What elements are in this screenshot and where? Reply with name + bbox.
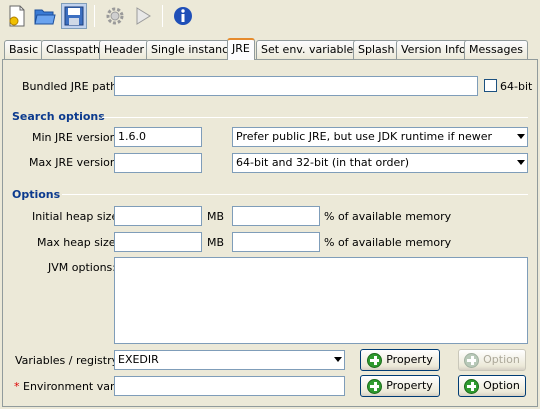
- tab-messages[interactable]: Messages: [464, 40, 528, 59]
- environment-var-label: * Environment var:: [14, 380, 118, 393]
- variables-registry-select[interactable]: EXEDIR: [114, 350, 345, 370]
- tab-splash[interactable]: Splash: [353, 40, 400, 59]
- required-marker: *: [14, 380, 20, 393]
- add-icon: [464, 352, 480, 368]
- options-title: Options: [12, 188, 61, 201]
- jvm-options-label: JVM options:: [48, 261, 116, 274]
- min-jre-version-input[interactable]: 1.6.0: [114, 127, 202, 147]
- section-divider: [102, 117, 528, 118]
- add-property-button[interactable]: Property: [360, 349, 440, 371]
- env-add-property-label: Property: [386, 379, 433, 392]
- max-jre-version-label: Max JRE version:: [29, 156, 121, 169]
- add-option-button-disabled[interactable]: Option: [458, 349, 526, 371]
- initial-heap-size-label: Initial heap size:: [32, 210, 122, 223]
- initial-heap-mb-unit: MB: [207, 210, 225, 223]
- info-icon[interactable]: [170, 3, 196, 29]
- min-jre-version-label: Min JRE version:: [32, 131, 121, 144]
- env-add-option-button[interactable]: Option: [458, 375, 526, 397]
- env-add-property-button[interactable]: Property: [360, 375, 440, 397]
- jre-panel: Bundled JRE path: 64-bit Search options …: [2, 59, 538, 407]
- tab-version-info[interactable]: Version Info: [396, 40, 471, 59]
- add-icon: [464, 378, 480, 394]
- initial-heap-mb-input[interactable]: [114, 206, 202, 226]
- run-icon[interactable]: [130, 3, 156, 29]
- tab-header[interactable]: Header: [99, 40, 150, 59]
- add-property-label: Property: [386, 353, 433, 366]
- variables-registry-label: Variables / registry:: [15, 354, 122, 367]
- tab-set-env-variables[interactable]: Set env. variables: [256, 40, 365, 59]
- add-icon: [367, 352, 383, 368]
- bundled-jre-path-label: Bundled JRE path:: [22, 80, 121, 93]
- architecture-preference-value: 64-bit and 32-bit (in that order): [236, 156, 410, 169]
- tab-jre[interactable]: JRE: [227, 38, 255, 60]
- max-heap-mb-input[interactable]: [114, 232, 202, 252]
- max-heap-percent-unit: % of available memory: [324, 236, 452, 249]
- toolbar-separator: [162, 5, 163, 27]
- bundled-jre-path-input[interactable]: [114, 76, 478, 96]
- max-heap-mb-unit: MB: [207, 236, 225, 249]
- chevron-down-icon: [334, 357, 342, 362]
- tab-bar: Basic Classpath Header Single instance J…: [0, 38, 540, 60]
- save-icon[interactable]: [61, 3, 87, 29]
- section-divider: [62, 194, 528, 195]
- tab-basic[interactable]: Basic: [4, 40, 44, 59]
- max-heap-size-label: Max heap size:: [37, 236, 120, 249]
- tab-single-instance[interactable]: Single instance: [146, 40, 240, 59]
- initial-heap-percent-input[interactable]: [232, 206, 320, 226]
- jdk-preference-select[interactable]: Prefer public JRE, but use JDK runtime i…: [232, 127, 528, 147]
- search-options-title: Search options: [12, 110, 105, 123]
- jdk-preference-value: Prefer public JRE, but use JDK runtime i…: [236, 130, 492, 143]
- tab-classpath[interactable]: Classpath: [41, 40, 105, 59]
- environment-var-text: Environment var:: [23, 380, 119, 393]
- toolbar-separator: [94, 5, 95, 27]
- add-icon: [367, 378, 383, 394]
- environment-var-input[interactable]: [114, 376, 345, 396]
- architecture-preference-select[interactable]: 64-bit and 32-bit (in that order): [232, 153, 528, 173]
- env-add-option-label: Option: [483, 379, 520, 392]
- toolbar: [0, 0, 540, 35]
- 64-bit-checkbox[interactable]: [484, 79, 497, 92]
- settings-gear-icon[interactable]: [102, 3, 128, 29]
- chevron-down-icon: [517, 134, 525, 139]
- max-heap-percent-input[interactable]: [232, 232, 320, 252]
- variables-registry-value: EXEDIR: [118, 353, 159, 366]
- add-option-label: Option: [483, 353, 520, 366]
- open-folder-icon[interactable]: [32, 3, 58, 29]
- jvm-options-textarea[interactable]: [114, 257, 528, 344]
- new-document-icon[interactable]: [4, 3, 30, 29]
- initial-heap-percent-unit: % of available memory: [324, 210, 452, 223]
- chevron-down-icon: [517, 160, 525, 165]
- 64-bit-label: 64-bit: [500, 80, 533, 93]
- max-jre-version-input[interactable]: [114, 153, 202, 173]
